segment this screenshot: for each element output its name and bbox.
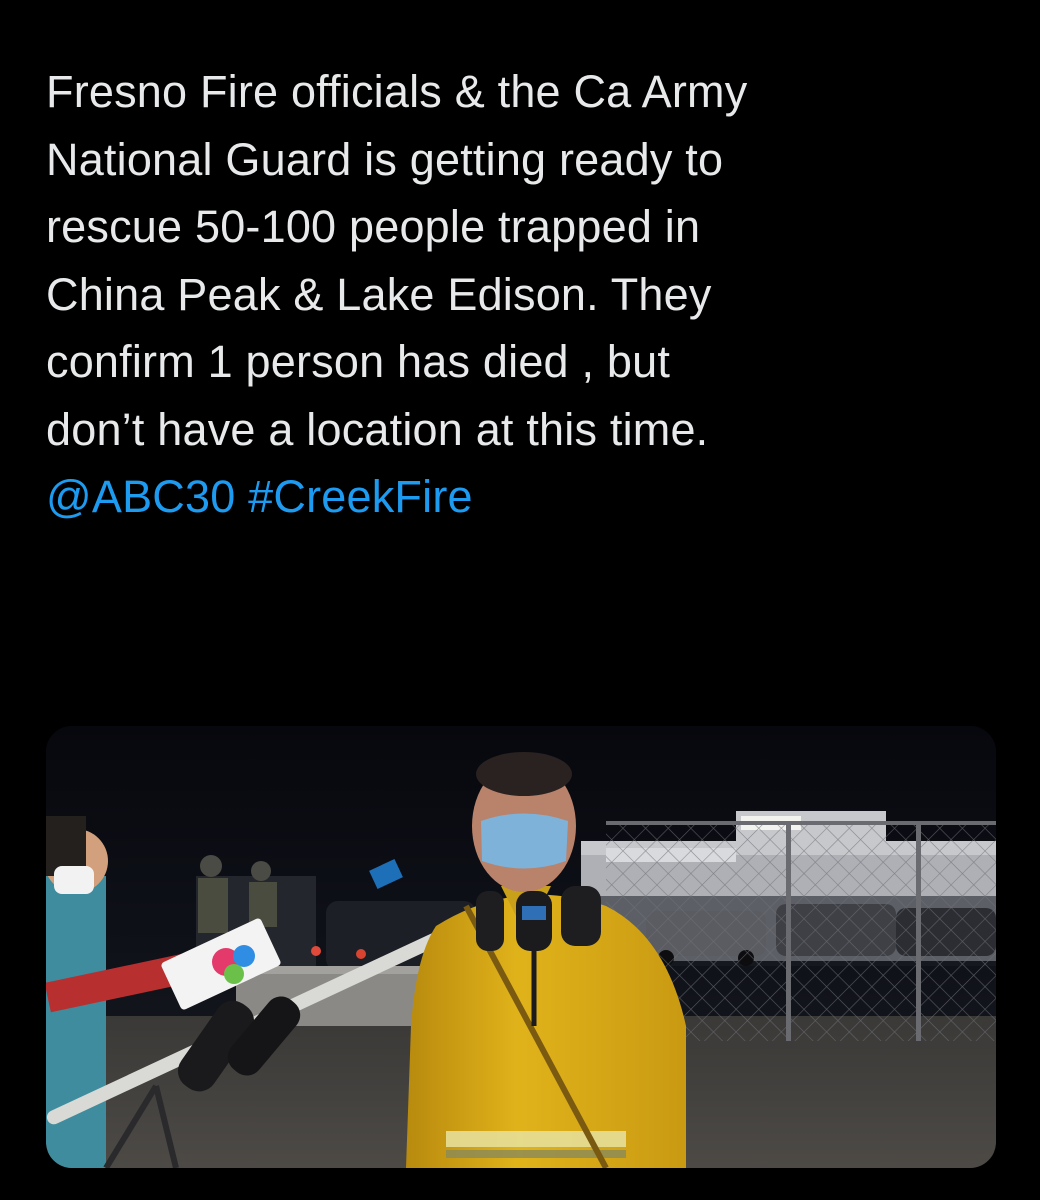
video-frame — [46, 726, 996, 1168]
tweet-line: National Guard is getting ready to — [46, 133, 724, 185]
tweet-line: Fresno Fire officials & the Ca Army — [46, 66, 748, 117]
press-mic — [516, 891, 552, 951]
tweet-line: China Peak & Lake Edison. They — [46, 268, 712, 320]
tweet-links-line: @ABC30 #CreekFire — [46, 463, 1006, 531]
reporter-mask — [54, 866, 94, 894]
tweet-text: Fresno Fire officials & the Ca Army Nati… — [46, 58, 1006, 531]
media-video-thumbnail[interactable] — [46, 726, 996, 1168]
reporter-body — [46, 876, 106, 1168]
hashtag-link[interactable]: #CreekFire — [248, 471, 473, 522]
tweet-line: confirm 1 person has died , but — [46, 336, 671, 387]
mention-link[interactable]: @ABC30 — [46, 471, 235, 522]
tweet-line: rescue 50-100 people trapped in — [46, 201, 701, 252]
tweet-line: don’t have a location at this time. — [46, 403, 709, 455]
firefighter-mask — [481, 813, 568, 869]
